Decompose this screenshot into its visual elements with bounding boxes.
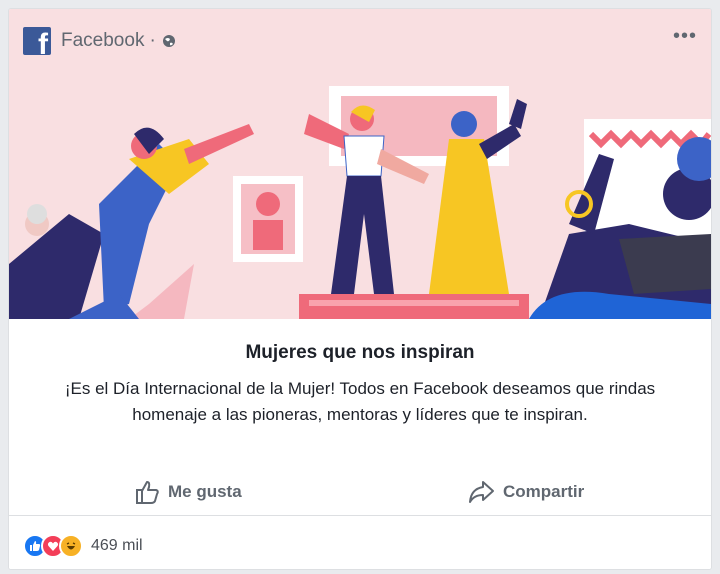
womens-day-illustration (9, 86, 711, 319)
reactions-footer: 469 mil (9, 515, 711, 569)
share-label: Compartir (503, 482, 585, 501)
action-bar: Me gusta Compartir (9, 469, 711, 515)
page-name[interactable]: Facebook (61, 30, 144, 52)
thumbs-up-icon (136, 481, 159, 504)
like-label: Me gusta (168, 482, 242, 501)
like-button[interactable]: Me gusta (134, 469, 242, 515)
page-brand[interactable]: f Facebook · (23, 26, 176, 56)
separator-dot: · (149, 30, 156, 51)
facebook-logo-icon: f (23, 27, 51, 55)
share-button[interactable]: Compartir (467, 469, 584, 515)
more-options-icon[interactable]: ••• (673, 26, 697, 46)
reaction-count: 469 mil (91, 537, 143, 554)
globe-icon (162, 35, 175, 47)
reactions-summary[interactable]: 469 mil (23, 534, 143, 558)
post-body: ¡Es el Día Internacional de la Mujer! To… (64, 379, 656, 424)
share-arrow-icon (469, 481, 494, 503)
post-card: f Facebook · ••• Mujeres que nos inspira… (8, 8, 712, 570)
post-title: Mujeres que nos inspiran (245, 342, 475, 363)
haha-reaction-icon (59, 534, 83, 558)
